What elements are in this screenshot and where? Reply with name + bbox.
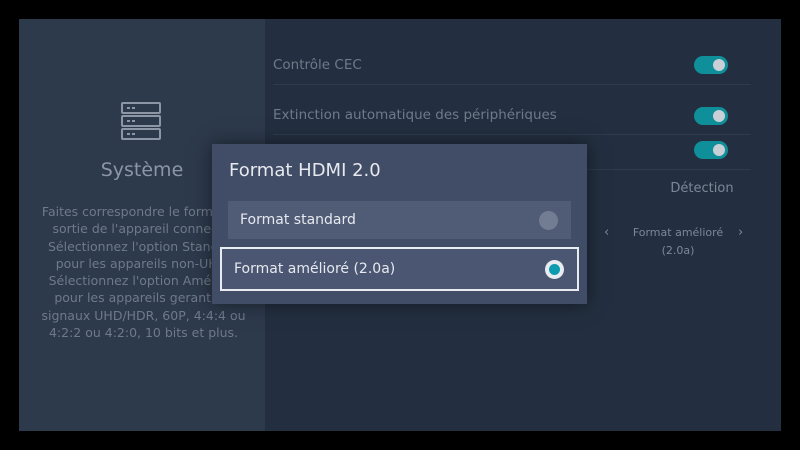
hdmi-format-dialog: Format HDMI 2.0 Format standard Format a… [212,144,587,304]
toggle-knob [713,110,725,122]
setting-row-auto-off[interactable]: Extinction automatique des périphériques [273,95,751,135]
detect-button[interactable]: Détection [652,171,752,207]
chevron-left-icon[interactable]: ‹ [604,224,609,242]
cec-toggle[interactable] [694,56,728,74]
hdmi-format-value: Format amélioré (2.0a) [632,226,724,257]
radio-selected[interactable] [545,260,564,279]
setting-label-cec: Contrôle CEC [273,57,362,73]
setting-toggle[interactable] [694,141,728,159]
radio-dot [549,264,560,275]
option-standard[interactable]: Format standard [228,201,571,239]
toggle-knob [713,59,725,71]
toggle-knob [713,144,725,156]
option-enhanced[interactable]: Format amélioré (2.0a) [220,247,579,291]
option-label: Format amélioré (2.0a) [234,261,396,277]
dialog-title: Format HDMI 2.0 [229,160,381,181]
option-label: Format standard [240,212,356,228]
setting-row-cec[interactable]: Contrôle CEC [273,45,751,85]
radio-unselected[interactable] [539,211,558,230]
auto-off-toggle[interactable] [694,107,728,125]
server-icon [121,102,161,140]
setting-label-auto-off: Extinction automatique des périphériques [273,107,557,123]
chevron-right-icon[interactable]: › [738,224,743,242]
hdmi-format-selector[interactable]: ‹ Format amélioré (2.0a) › [604,224,754,257]
